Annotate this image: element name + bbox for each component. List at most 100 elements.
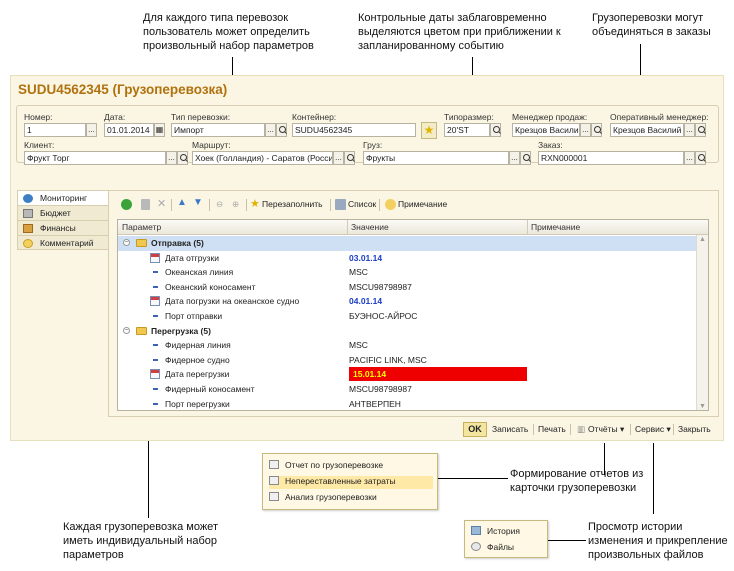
order-select-button[interactable] [684, 151, 695, 165]
refill-button[interactable]: Перезаполнить [262, 199, 323, 209]
table-row[interactable]: Дата погрузки на океанское судно 04.01.14 [118, 294, 696, 309]
tab-budget[interactable]: Бюджет [17, 205, 109, 220]
parameter-icon [153, 358, 158, 361]
op-manager-input[interactable]: Крезцов Василий [610, 123, 684, 137]
group-row[interactable]: − Отправка (5) [118, 236, 696, 251]
cargo-open-icon[interactable] [520, 151, 531, 165]
op-manager-open-icon[interactable] [695, 123, 706, 137]
table-row[interactable]: Фидерная линия MSC [118, 338, 696, 353]
tab-comment[interactable]: Комментарий [17, 235, 109, 250]
table-row[interactable]: Океанская линия MSC [118, 265, 696, 280]
header-fields: Номер: Дата: Тип перевозки: Контейнер: Т… [16, 105, 719, 165]
globe-icon [23, 194, 33, 203]
column-header-param[interactable]: Параметр [122, 222, 161, 232]
group-row[interactable]: − Перегрузка (5) [118, 324, 696, 339]
table-row[interactable]: Порт отправки БУЭНОС-АЙРОС [118, 309, 696, 324]
route-input[interactable]: Хоек (Голландия) - Саратов (Росси [192, 151, 333, 165]
parameter-value: MSCU98798987 [349, 281, 412, 292]
move-up-icon[interactable]: ▲ [177, 197, 187, 208]
pointer-line [438, 478, 508, 479]
table-row[interactable]: Фидерный коносамент MSCU98798987 [118, 382, 696, 397]
tab-monitoring[interactable]: Мониторинг [17, 190, 109, 205]
pointer-line [653, 443, 654, 514]
type-input[interactable]: Импорт [171, 123, 265, 137]
edit-icon[interactable] [141, 199, 150, 210]
star-icon[interactable]: ★ [421, 122, 437, 139]
route-open-icon[interactable] [344, 151, 355, 165]
table-row[interactable]: Океанский коносамент MSCU98798987 [118, 280, 696, 295]
collapse-icon[interactable]: − [123, 239, 130, 246]
history-menu-item[interactable]: История [471, 526, 543, 539]
number-input[interactable]: 1 [24, 123, 86, 137]
client-open-icon[interactable] [177, 151, 188, 165]
parameter-value: 15.01.14 [349, 367, 527, 382]
service-menu-button[interactable]: Сервис ▾ [635, 424, 671, 435]
date-input[interactable]: 01.01.2014 [104, 123, 154, 137]
parameter-value: PACIFIC LINK, MSC [349, 354, 427, 365]
report-menu-item[interactable]: Отчет по грузоперевозке [269, 460, 433, 473]
grid-scrollbar[interactable]: ▲ ▼ [696, 235, 708, 410]
parameter-value: АНТВЕРПЕН [349, 398, 401, 409]
collapse-icon[interactable]: − [123, 326, 130, 334]
print-button[interactable]: Печать [538, 424, 566, 434]
delete-icon[interactable]: ✕ [157, 197, 166, 210]
report-menu-item[interactable]: Непереставленные затраты [269, 476, 433, 489]
scroll-down-icon[interactable]: ▼ [699, 403, 706, 410]
files-menu-item[interactable]: Файлы [471, 542, 543, 555]
parameter-value: MSCU98798987 [349, 384, 412, 394]
report-menu-item[interactable]: Анализ грузоперевозки [269, 492, 433, 505]
number-label: Номер: [24, 112, 53, 122]
star-icon[interactable]: ★ [250, 197, 260, 210]
reports-menu-button[interactable]: Отчёты ▾ [588, 424, 624, 435]
scroll-up-icon[interactable]: ▲ [699, 236, 706, 243]
menu-item-label: Отчет по грузоперевозке [285, 460, 384, 470]
client-input[interactable]: Фрукт Торг [24, 151, 166, 165]
add-icon[interactable] [121, 199, 132, 210]
size-input[interactable]: 20'ST [444, 123, 490, 137]
sales-manager-select-button[interactable] [580, 123, 591, 137]
pointer-line [548, 540, 586, 541]
expand-icon[interactable]: ⊕ [232, 199, 239, 210]
save-button[interactable]: Записать [492, 424, 528, 434]
monitoring-panel: ✕ ▲ ▼ ⊖ ⊕ ★ Перезаполнить Список Примеча… [108, 190, 719, 417]
cargo-select-button[interactable] [509, 151, 520, 165]
annotation-parameters: Для каждого типа перевозок пользователь … [143, 12, 314, 52]
order-input[interactable]: RXN000001 [538, 151, 684, 165]
type-open-icon[interactable] [276, 123, 287, 137]
tab-label: Финансы [40, 223, 76, 233]
number-select-button[interactable] [86, 123, 97, 137]
command-separator [630, 424, 631, 435]
op-manager-select-button[interactable] [684, 123, 695, 137]
table-row[interactable]: Дата отгрузки 03.01.14 [118, 251, 696, 266]
table-row[interactable]: Дата перегрузки 15.01.14 [118, 367, 696, 382]
sales-manager-open-icon[interactable] [591, 123, 602, 137]
container-input[interactable]: SUDU4562345 [292, 123, 416, 137]
note-button[interactable]: Примечание [398, 199, 447, 209]
size-open-icon[interactable] [490, 123, 501, 137]
parameter-icon [153, 271, 158, 274]
order-open-icon[interactable] [695, 151, 706, 165]
table-row[interactable]: Фидерное судно PACIFIC LINK, MSC [118, 353, 696, 368]
move-down-icon[interactable]: ▼ [193, 197, 203, 208]
table-row[interactable]: Порт перегрузки АНТВЕРПЕН [118, 397, 696, 410]
sales-manager-input[interactable]: Крезцов Василий [512, 123, 580, 137]
column-header-value[interactable]: Значение [351, 222, 389, 232]
parameter-icon [153, 285, 158, 288]
ok-button[interactable]: OK [463, 422, 487, 437]
route-select-button[interactable] [333, 151, 344, 165]
list-button[interactable]: Список [348, 199, 376, 209]
calendar-icon[interactable]: ▦ [154, 123, 165, 137]
client-select-button[interactable] [166, 151, 177, 165]
size-label: Типоразмер: [444, 112, 494, 122]
parameters-grid: Параметр Значение Примечание − Отправка (… [117, 219, 709, 411]
menu-item-label: История [487, 526, 520, 536]
tab-finance[interactable]: Финансы [17, 220, 109, 235]
annotation-history: Просмотр истории изменения и прикреплени… [588, 521, 728, 561]
close-button[interactable]: Закрыть [678, 424, 711, 434]
report-icon [269, 476, 279, 485]
cargo-input[interactable]: Фрукты [363, 151, 509, 165]
collapse-icon[interactable]: ⊖ [216, 199, 223, 210]
calendar-icon [150, 252, 160, 263]
type-select-button[interactable] [265, 123, 276, 137]
column-header-note[interactable]: Примечание [531, 222, 580, 232]
